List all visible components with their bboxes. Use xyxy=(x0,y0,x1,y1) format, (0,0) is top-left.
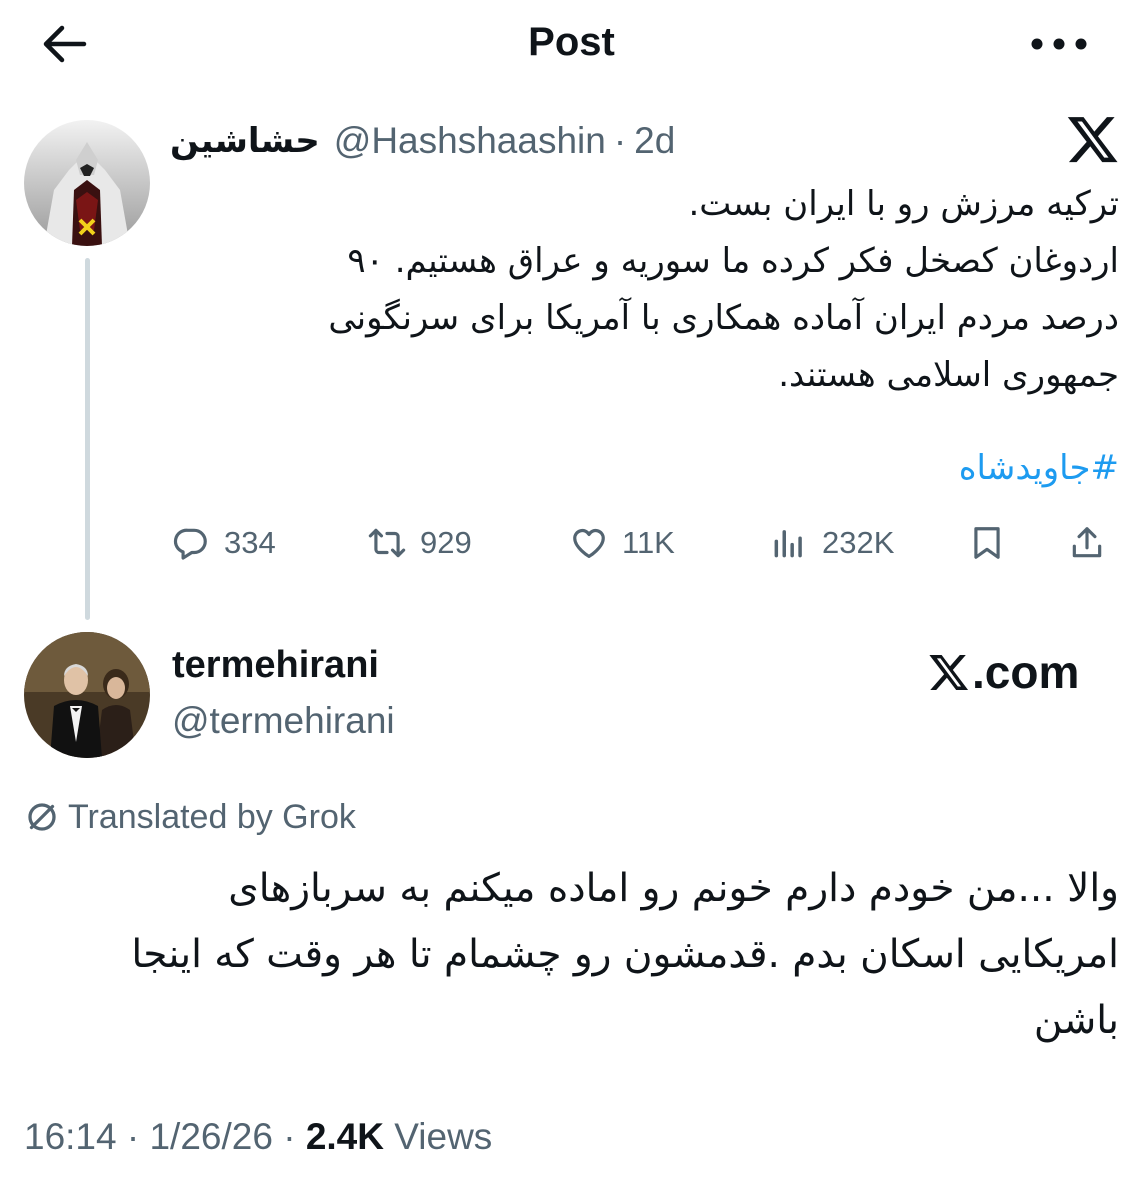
hashtag-link[interactable]: #جاویدشاه xyxy=(959,448,1119,488)
translated-label: Translated by Grok xyxy=(68,797,356,836)
bookmark-icon xyxy=(974,527,1000,559)
share-icon xyxy=(1072,527,1102,558)
page-title: Post xyxy=(528,20,615,64)
quoted-post-text: ترکیه مرزش رو با ایران بست. اردوغان کصخل… xyxy=(199,176,1119,404)
post-views-count: 2.4K xyxy=(305,1116,384,1157)
separator: · xyxy=(126,1116,140,1157)
separator: · xyxy=(613,120,627,161)
quoted-post-line: درصد مردم ایران آماده همکاری با آمریکا ب… xyxy=(328,298,1119,338)
author-name[interactable]: termehirani xyxy=(172,644,379,687)
views-button[interactable]: 232K xyxy=(770,520,894,566)
post-time[interactable]: 16:14 xyxy=(24,1116,117,1157)
couple-avatar-image xyxy=(24,632,150,758)
assassin-avatar-image xyxy=(24,120,150,246)
quoted-post-time[interactable]: 2d xyxy=(634,120,675,162)
quoted-post-line: ترکیه مرزش رو با ایران بست. xyxy=(688,184,1119,224)
x-logo-icon xyxy=(929,655,969,691)
repost-icon xyxy=(368,528,406,558)
grok-icon xyxy=(28,803,56,831)
reply-button[interactable]: 334 xyxy=(172,520,276,566)
x-com-watermark: .com xyxy=(928,646,1079,698)
separator: · xyxy=(283,1116,296,1157)
heart-icon xyxy=(573,528,605,559)
more-horizontal-icon xyxy=(1031,38,1087,50)
author-avatar[interactable] xyxy=(24,632,150,758)
author-handle[interactable]: @termehirani xyxy=(172,700,395,742)
quoted-post-line: اردوغان کصخل فکر کرده ما سوریه و عراق هس… xyxy=(347,241,1119,281)
like-button[interactable]: 11K xyxy=(570,520,675,566)
watermark-text: .com xyxy=(972,646,1080,698)
repost-button[interactable]: 929 xyxy=(368,520,472,566)
post-line: امریکایی اسکان بدم .قدمشون رو چشمام تا ه… xyxy=(131,932,1119,977)
share-button[interactable] xyxy=(1068,520,1106,566)
post-text: والا ...من خودم دارم خونم رو اماده میکنم… xyxy=(19,856,1119,1054)
post-date[interactable]: 1/26/26 xyxy=(149,1116,272,1157)
bookmark-button[interactable] xyxy=(968,520,1006,566)
views-count: 232K xyxy=(822,525,895,560)
like-count: 11K xyxy=(622,525,675,560)
quoted-author-avatar[interactable] xyxy=(24,120,150,246)
post-metadata: 16:14 · 1/26/26 · 2.4K Views xyxy=(24,1116,492,1158)
thread-line xyxy=(85,258,90,620)
analytics-icon xyxy=(774,530,802,558)
quoted-author-name[interactable]: حشاشین xyxy=(170,121,320,161)
post-line: باشن xyxy=(1033,998,1119,1043)
post-views-label: Views xyxy=(394,1116,493,1157)
quoted-author-handle[interactable]: @Hashshaashin xyxy=(334,120,606,162)
post-line: والا ...من خودم دارم خونم رو اماده میکنم… xyxy=(228,866,1119,911)
reply-icon xyxy=(173,528,207,560)
more-button[interactable] xyxy=(1024,22,1094,66)
repost-count: 929 xyxy=(420,525,472,560)
translated-by-grok[interactable]: Translated by Grok xyxy=(24,796,356,838)
x-logo-icon xyxy=(1066,112,1120,166)
reply-count: 334 xyxy=(224,525,276,560)
quoted-post-line: جمهوری اسلامی هستند. xyxy=(778,355,1119,395)
quoted-post-header: حشاشین @Hashshaashin · 2d xyxy=(170,116,675,166)
